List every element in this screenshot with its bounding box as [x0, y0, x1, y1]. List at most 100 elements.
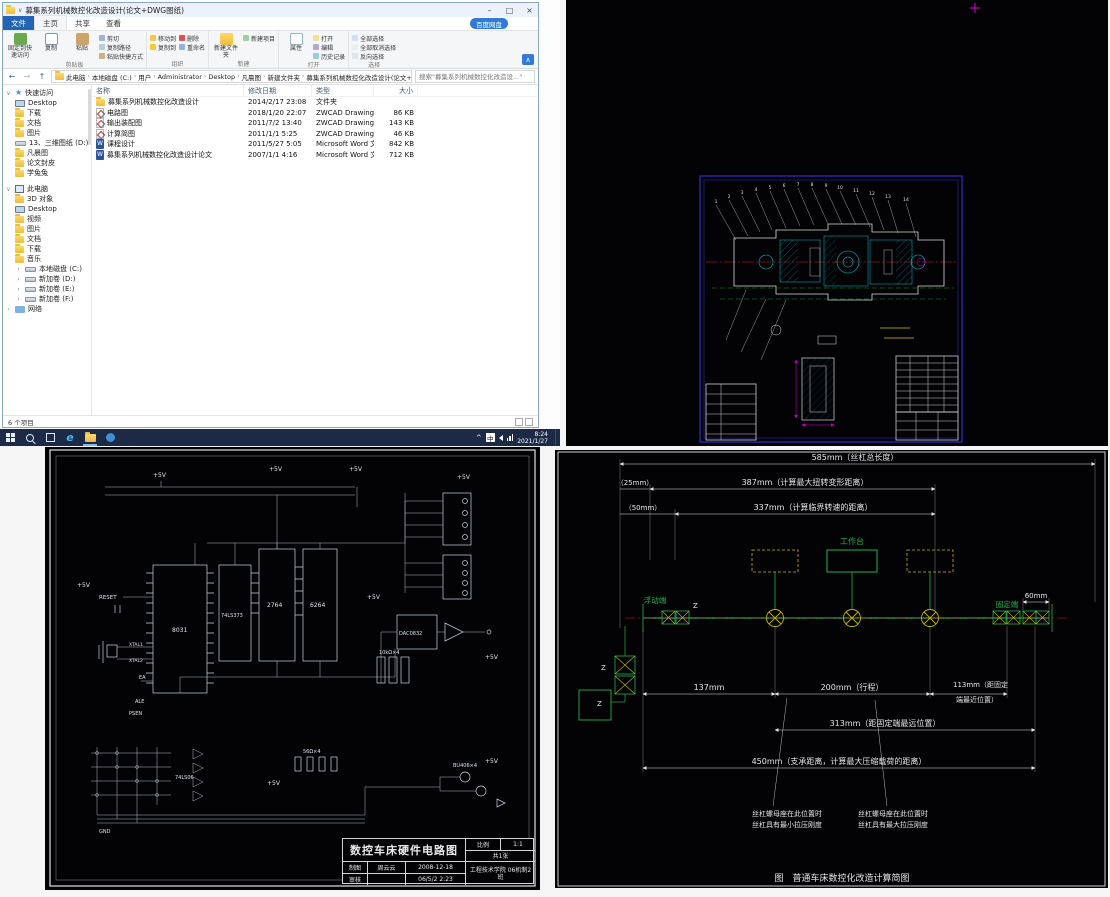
taskbar-edge-button[interactable]: e — [60, 429, 80, 446]
new-folder-button[interactable]: 新建文件夹 — [212, 32, 240, 59]
taskbar-clock[interactable]: 8:24 2021/1/27 — [517, 431, 548, 445]
chevron-right-icon[interactable]: › — [5, 306, 12, 313]
column-type[interactable]: 类型 — [312, 85, 374, 96]
thumbnail-view-icon[interactable] — [525, 418, 533, 426]
sidebar-item-disk-c[interactable]: ›本地磁盘 (C:) — [3, 264, 91, 274]
start-button[interactable] — [0, 429, 20, 446]
sidebar-item-downloads[interactable]: 下载 — [3, 108, 91, 118]
minimize-button[interactable]: – — [481, 3, 498, 17]
network-icon[interactable] — [507, 434, 514, 441]
history-button[interactable]: 历史记录 — [313, 52, 345, 60]
sidebar-item-label: 学兔兔 — [27, 168, 48, 178]
chevron-right-icon[interactable]: › — [15, 266, 22, 273]
sidebar-item-pc-desktop[interactable]: Desktop — [3, 204, 91, 214]
crumb-new-folder[interactable]: 新建文件夹 — [267, 72, 300, 82]
select-all-button[interactable]: 全部选择 — [352, 34, 396, 42]
details-view-icon[interactable] — [515, 418, 523, 426]
maximize-button[interactable]: □ — [501, 3, 518, 17]
sidebar-item-3d-drawings[interactable]: 13、三维图纸 (D:) — [3, 138, 91, 148]
tab-share[interactable]: 共享 — [67, 16, 98, 30]
sidebar-item-pc-pictures[interactable]: 图片 — [3, 224, 91, 234]
taskbar-search-button[interactable] — [20, 429, 40, 446]
file-row[interactable]: W课程设计 2011/5/27 5:05 Microsoft Word 文档 8… — [92, 139, 538, 150]
sidebar-network[interactable]: ›网络 — [3, 304, 91, 314]
taskbar-browser-button[interactable] — [100, 429, 120, 446]
sidebar-item-disk-e[interactable]: ›新加卷 (E:) — [3, 284, 91, 294]
column-date[interactable]: 修改日期 — [244, 85, 312, 96]
file-row[interactable]: 电路图 2018/1/20 22:07 ZWCAD Drawing 86 KB — [92, 108, 538, 119]
chevron-right-icon[interactable]: › — [15, 276, 22, 283]
copy-path-button[interactable]: 复制路径 — [99, 43, 143, 51]
folder-icon — [15, 256, 24, 263]
sidebar-item-cover[interactable]: 论文封皮 — [3, 158, 91, 168]
cut-button[interactable]: 剪切 — [99, 34, 143, 42]
search-input[interactable] — [419, 73, 531, 81]
invert-selection-button[interactable]: 反向选择 — [352, 52, 396, 60]
chevron-down-icon[interactable]: ∨ — [5, 186, 12, 193]
cloud-promo-button[interactable]: 百度网盘 — [470, 18, 508, 29]
tab-file[interactable]: 文件 — [3, 16, 34, 30]
close-button[interactable]: × — [521, 3, 538, 17]
sidebar-item-pictures[interactable]: 图片 — [3, 128, 91, 138]
taskbar-explorer-button[interactable] — [80, 429, 100, 446]
show-desktop-button[interactable] — [555, 429, 559, 446]
properties-button[interactable]: 属性 — [282, 32, 310, 53]
file-row[interactable]: 计算简图 2011/1/1 5:25 ZWCAD Drawing 46 KB — [92, 129, 538, 140]
crumb-current[interactable]: 募集系列机械数控化改造设计(论文+DWG图纸) — [306, 72, 412, 82]
edit-button[interactable]: 编辑 — [313, 43, 345, 51]
new-item-button[interactable]: 新建项目 — [243, 34, 275, 42]
sidebar-item-disk-d[interactable]: ›新加卷 (D:) — [3, 274, 91, 284]
paste-shortcut-button[interactable]: 粘贴快捷方式 — [99, 52, 143, 60]
crumb-users[interactable]: 用户 — [138, 72, 151, 82]
move-to-button[interactable]: 移动到 — [150, 34, 176, 42]
file-row[interactable]: 募集系列机械数控化改造设计 2014/2/17 23:08 文件夹 — [92, 97, 538, 108]
tab-home[interactable]: 主页 — [34, 15, 67, 30]
sidebar-item-videos[interactable]: 视频 — [3, 214, 91, 224]
sidebar-scrollbar[interactable] — [88, 89, 91, 145]
open-button[interactable]: 打开 — [313, 34, 345, 42]
sidebar-item-fanchentu[interactable]: 凡晨图 — [3, 148, 91, 158]
tab-view[interactable]: 查看 — [98, 16, 129, 30]
ribbon-cloud-icon[interactable]: ∧ — [522, 54, 534, 65]
task-view-button[interactable] — [40, 429, 60, 446]
column-size[interactable]: 大小 — [374, 85, 418, 96]
ime-indicator[interactable]: 中 — [486, 433, 495, 442]
file-row[interactable]: 输出装配图 2011/7/2 13:40 ZWCAD Drawing 143 K… — [92, 118, 538, 129]
qat-dropdown-icon[interactable]: ∨ — [18, 7, 22, 14]
sidebar-quick-access[interactable]: ∨★快速访问 — [3, 88, 91, 98]
sidebar-item-music[interactable]: 音乐 — [3, 254, 91, 264]
sidebar-item-pc-documents[interactable]: 文档 — [3, 234, 91, 244]
crumb-fanchentu[interactable]: 凡晨图 — [242, 72, 262, 82]
select-none-button[interactable]: 全部取消选择 — [352, 43, 396, 51]
svg-text:60mm: 60mm — [1025, 592, 1048, 600]
crumb-disk-c[interactable]: 本地磁盘 (C:) — [92, 72, 132, 82]
volume-icon[interactable] — [499, 435, 503, 441]
paste-button[interactable]: 粘贴 — [68, 32, 96, 53]
sidebar-item-disk-f[interactable]: ›新加卷 (F:) — [3, 294, 91, 304]
up-button[interactable]: ↑ — [36, 71, 48, 83]
pin-quick-access-button[interactable]: 固定到快速访问 — [6, 32, 34, 59]
back-button[interactable]: ← — [6, 71, 18, 83]
drive-icon — [25, 287, 36, 292]
rename-button[interactable]: 重命名 — [179, 43, 205, 51]
forward-button[interactable]: → — [21, 71, 33, 83]
copy-to-button[interactable]: 复制到 — [150, 43, 176, 51]
sidebar-this-pc[interactable]: ∨此电脑 — [3, 184, 91, 194]
chevron-right-icon[interactable]: › — [15, 296, 22, 303]
breadcrumb[interactable]: 此电脑› 本地磁盘 (C:)› 用户› Administrator› Deskt… — [51, 70, 412, 83]
copy-button[interactable]: 复制 — [37, 32, 65, 53]
sidebar-item-documents[interactable]: 文档 — [3, 118, 91, 128]
file-row[interactable]: W募集系列机械数控化改造设计论文 2007/1/1 4:16 Microsoft… — [92, 150, 538, 161]
crumb-desktop[interactable]: Desktop — [208, 73, 235, 81]
delete-button[interactable]: 删除 — [179, 34, 205, 42]
column-name[interactable]: 名称 — [92, 85, 244, 96]
sidebar-item-xuetutu[interactable]: 学兔兔 — [3, 168, 91, 178]
chevron-down-icon[interactable]: ∨ — [5, 90, 12, 97]
sidebar-item-3d-objects[interactable]: 3D 对象 — [3, 194, 91, 204]
sidebar-item-desktop[interactable]: Desktop — [3, 98, 91, 108]
sidebar-item-pc-downloads[interactable]: 下载 — [3, 244, 91, 254]
crumb-administrator[interactable]: Administrator — [158, 73, 202, 81]
chevron-right-icon[interactable]: › — [15, 286, 22, 293]
crumb-this-pc[interactable]: 此电脑 — [66, 72, 86, 82]
tray-expand-icon[interactable]: ^ — [476, 434, 482, 442]
